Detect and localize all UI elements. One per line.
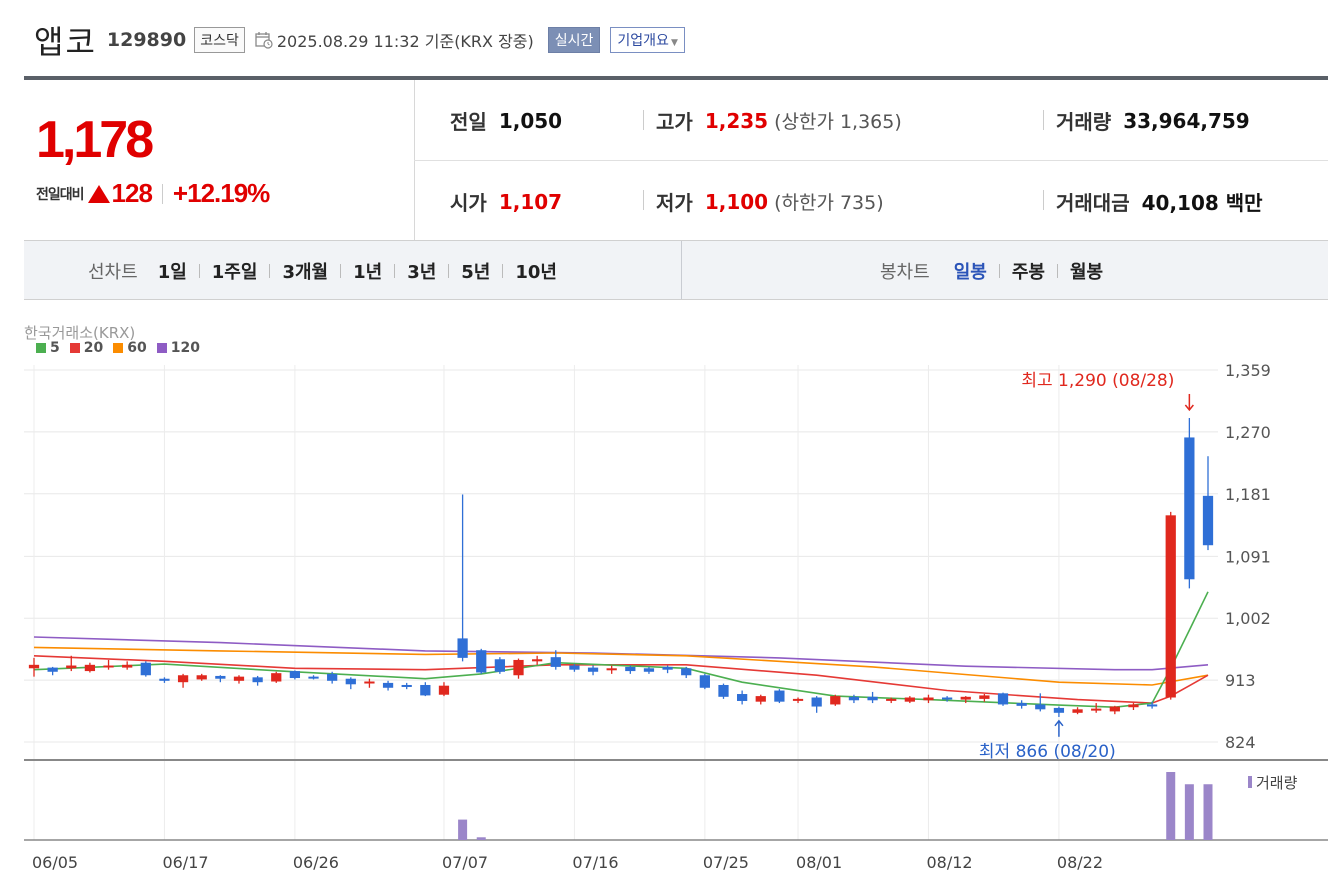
candle-body (28, 664, 40, 669)
candle-body (848, 696, 860, 701)
y-tick-label: 824 (1225, 733, 1256, 752)
annotation-high: 최고 1,290 (08/28) (1021, 371, 1174, 391)
candle-body (47, 667, 58, 672)
candle-body (252, 677, 263, 683)
x-tick-label: 07/25 (703, 853, 749, 872)
candle-body (811, 697, 822, 707)
candle-body (867, 696, 878, 701)
x-tick-label: 06/05 (32, 853, 78, 872)
candle-body (923, 697, 934, 701)
candle-body (587, 667, 599, 672)
candle-body (681, 668, 692, 676)
x-tick-label: 06/17 (162, 853, 208, 872)
annotation-low: 최저 866 (08/20) (979, 742, 1116, 762)
candle-body (1053, 707, 1065, 713)
candle-body (718, 684, 729, 697)
candle-body (774, 690, 785, 702)
candle-body (196, 675, 207, 680)
candlestick-chart: 1,359 1,270 1,181 1,091 1,002 913 824 06/05 06/1… (24, 361, 1328, 872)
candle-body (941, 697, 953, 700)
candle-body (1128, 704, 1139, 708)
candle-body (1165, 515, 1176, 698)
candle-body (997, 693, 1009, 705)
candle-body (1109, 706, 1120, 712)
candle-body (289, 671, 301, 679)
y-tick-label: 1,002 (1225, 609, 1271, 628)
x-tick-label: 07/16 (572, 853, 618, 872)
volume-legend-label: 거래량 (1256, 774, 1298, 792)
ma5-line (33, 591, 1209, 709)
candle-body (792, 698, 804, 701)
candle-body (308, 676, 319, 679)
candle-body (494, 659, 505, 672)
candle-body (1016, 703, 1027, 706)
candle-body (457, 638, 468, 658)
candle-body (140, 662, 151, 676)
y-tick-label: 1,270 (1225, 423, 1271, 442)
candle-body (830, 696, 841, 705)
candle-body (1184, 437, 1195, 580)
candle-body (177, 675, 189, 683)
candle-body (1035, 704, 1046, 710)
candle-body (401, 684, 412, 687)
candle-body (960, 696, 971, 700)
candle-body (103, 665, 114, 668)
candle-body (438, 685, 450, 695)
candle-body (215, 675, 226, 679)
candle-body (643, 668, 655, 672)
y-tick-label: 1,181 (1225, 485, 1271, 504)
candle-body (662, 666, 673, 670)
candle-body (364, 681, 375, 684)
candle-body (327, 673, 338, 681)
volume-legend-swatch (1248, 776, 1252, 788)
y-tick-label: 913 (1225, 671, 1256, 690)
volume-bar (476, 837, 486, 840)
candle-body (886, 698, 897, 701)
candle-body (755, 696, 766, 702)
x-tick-label: 07/07 (442, 853, 488, 872)
candle-body (699, 675, 710, 688)
volume-bar (1166, 772, 1176, 840)
candle-body (1202, 495, 1214, 546)
candle-body (345, 678, 356, 685)
candle-body (84, 664, 96, 672)
candle-body (1072, 709, 1083, 713)
candle-body (532, 659, 543, 662)
candle-body (420, 684, 431, 696)
candle-body (159, 678, 170, 681)
x-tick-label: 08/01 (796, 853, 842, 872)
candle-body (625, 666, 636, 672)
candle-body (513, 659, 524, 676)
candle-body (382, 682, 394, 688)
candle-body (904, 697, 915, 702)
candle-body (476, 650, 487, 673)
candle-body (1091, 708, 1102, 711)
x-tick-label: 06/26 (293, 853, 339, 872)
candle-body (122, 664, 133, 668)
candle-body (737, 694, 748, 701)
volume-bar (1184, 784, 1194, 840)
candle-body (606, 668, 617, 671)
x-tick-label: 08/12 (926, 853, 972, 872)
y-tick-label: 1,091 (1225, 547, 1271, 566)
candle-body (1146, 704, 1158, 707)
y-tick-label: 1,359 (1225, 361, 1271, 380)
x-tick-label: 08/22 (1057, 853, 1103, 872)
candle-body (979, 695, 990, 699)
candle-body (550, 657, 561, 667)
candle-body (233, 676, 245, 681)
candle-body (271, 673, 282, 682)
candle-body (66, 665, 77, 669)
volume-bar (1203, 784, 1213, 840)
volume-bar (458, 819, 468, 840)
candle-body (569, 665, 580, 670)
